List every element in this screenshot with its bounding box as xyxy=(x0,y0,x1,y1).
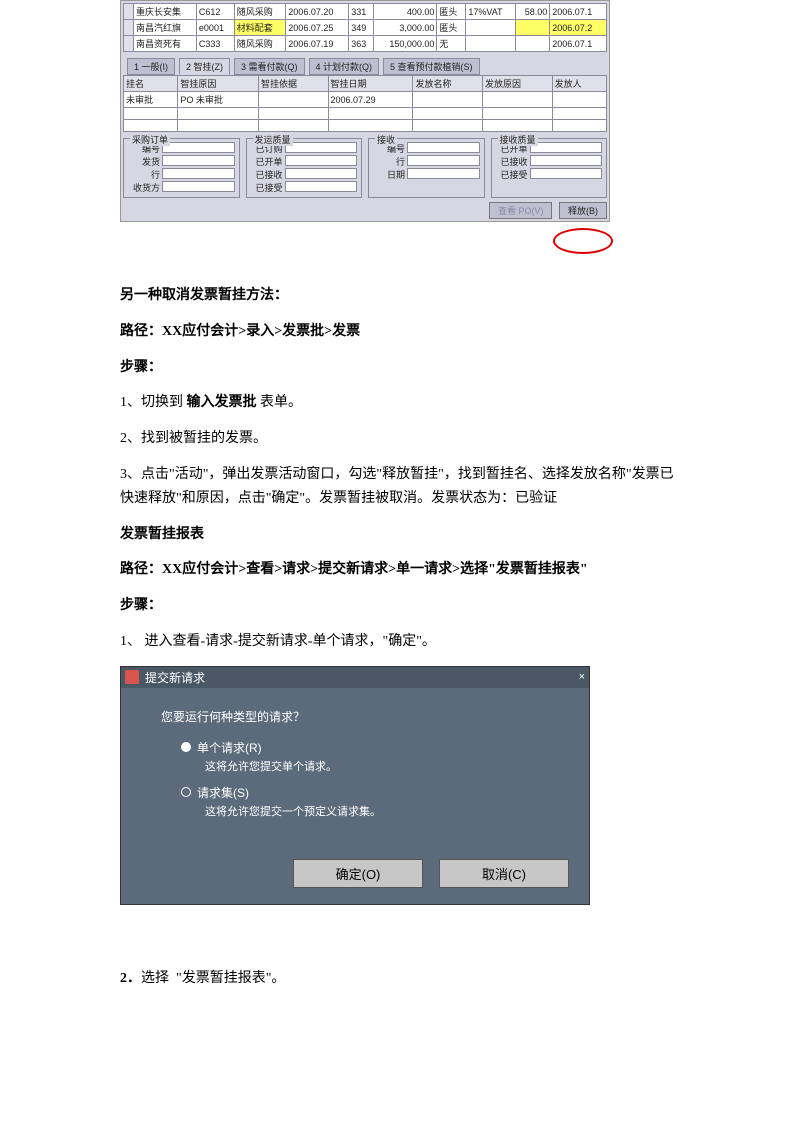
table-row: 南昌汽红旗 e0001 材料配套 2006.07.25 349 3,000.00… xyxy=(124,20,607,36)
radio-icon xyxy=(181,787,191,797)
radio-request-set[interactable]: 请求集(S) xyxy=(181,784,559,801)
tabs: 1 一般(I) 2 智挂(Z) 3 需看付款(Q) 4 计划付款(Q) 5 查看… xyxy=(123,58,607,75)
tab-scheduled[interactable]: 4 计划付款(Q) xyxy=(309,58,380,75)
radio-icon xyxy=(181,742,191,752)
close-icon[interactable]: × xyxy=(579,671,585,683)
panel-shipqty: 发运质量 已订购 已开单 已接收 已接受 xyxy=(246,138,363,198)
erp-screenshot-1: 重庆长安集 C612 随风采购 2006.07.20 331 400.00 匿头… xyxy=(120,0,610,222)
document-body: 另一种取消发票暂挂方法： 路径：XX应付会计>录入>发票批>发票 步骤： 1、切… xyxy=(0,222,800,654)
tab-general[interactable]: 1 一般(I) xyxy=(127,58,175,75)
dialog-title: 提交新请求 xyxy=(145,669,205,686)
release-button[interactable]: 释放(B) xyxy=(559,202,607,219)
request-set-desc: 这将允许您提交一个预定义请求集。 xyxy=(205,803,559,819)
steps-label: 步骤： xyxy=(120,356,680,380)
steps-label-2: 步骤： xyxy=(120,594,680,618)
single-request-desc: 这将允许您提交单个请求。 xyxy=(205,758,559,774)
alt-method-heading: 另一种取消发票暂挂方法： xyxy=(120,284,680,308)
dialog-question: 您要运行何种类型的请求？ xyxy=(161,708,559,725)
step-3: 3、点击"活动"，弹出发票活动窗口，勾选"释放暂挂"，找到暂挂名、选择发放名称"… xyxy=(120,463,680,511)
cancel-button[interactable]: 取消(C) xyxy=(439,859,569,888)
invoice-grid: 重庆长安集 C612 随风采购 2006.07.20 331 400.00 匿头… xyxy=(123,3,607,52)
step-4: 1、 进入查看-请求-提交新请求-单个请求，"确定"。 xyxy=(120,630,680,654)
step-2: 2、找到被暂挂的发票。 xyxy=(120,427,680,451)
path-2: 路径：XX应付会计>查看>请求>提交新请求>单一请求>选择"发票暂挂报表" xyxy=(120,558,680,582)
step-1: 1、切换到 输入发票批 表单。 xyxy=(120,391,680,415)
panel-po: 采购订单 编号 发货 行 收货方 xyxy=(123,138,240,198)
dialog-titlebar: 提交新请求 × xyxy=(121,667,589,688)
hold-detail-grid: 挂名 智挂原因 智挂依据 智挂日期 发放名称 发放原因 发放人 未审批 PO 未… xyxy=(123,75,607,132)
radio-single-request[interactable]: 单个请求(R) xyxy=(181,739,559,756)
tab-prepay[interactable]: 5 查看预付款植销(S) xyxy=(383,58,480,75)
ok-button[interactable]: 确定(O) xyxy=(293,859,423,888)
report-heading: 发票暂挂报表 xyxy=(120,523,680,547)
tab-payment[interactable]: 3 需看付款(Q) xyxy=(234,58,305,75)
submit-request-dialog: 提交新请求 × 您要运行何种类型的请求？ 单个请求(R) 这将允许您提交单个请求… xyxy=(120,666,590,905)
oracle-icon xyxy=(125,670,139,684)
path-1: 路径：XX应付会计>录入>发票批>发票 xyxy=(120,320,680,344)
tab-hold[interactable]: 2 智挂(Z) xyxy=(179,58,230,75)
detail-panels: 采购订单 编号 发货 行 收货方 发运质量 已订购 已开单 已接收 已接受 接收… xyxy=(123,138,607,198)
table-row: 南昌资死有 C333 随风采购 2006.07.19 363 150,000.0… xyxy=(124,36,607,52)
table-row: 重庆长安集 C612 随风采购 2006.07.20 331 400.00 匿头… xyxy=(124,4,607,20)
panel-receive: 接收 编号 行 日期 xyxy=(368,138,485,198)
panel-recvqty: 接收质量 已开单 已接收 已接受 xyxy=(491,138,608,198)
step-5: 2．选择 "发票暂挂报表"。 xyxy=(120,967,680,991)
view-po-button[interactable]: 查看 PO(V) xyxy=(489,202,553,219)
